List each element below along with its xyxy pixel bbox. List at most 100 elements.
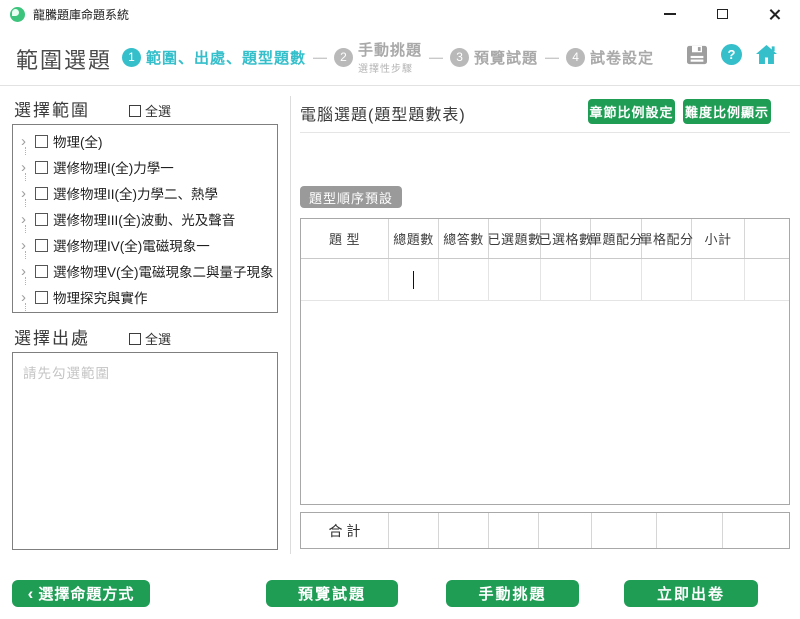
cell-extra[interactable] (745, 259, 789, 300)
range-item-label[interactable]: 選修物理III(全)波動、光及聲音 (53, 209, 235, 229)
step-1-range[interactable]: 1 範圍、出處、題型題數 (122, 47, 306, 68)
type-order-default-button[interactable]: 題型順序預設 (300, 186, 402, 208)
step-2-sublabel: 選擇性步驟 (358, 60, 422, 75)
step-2-number: 2 (334, 48, 353, 67)
range-item-label[interactable]: 選修物理I(全)力學一 (53, 157, 174, 177)
cell-selected-questions[interactable] (489, 259, 541, 300)
range-item-label[interactable]: 選修物理II(全)力學二、熱學 (53, 183, 218, 203)
save-button[interactable] (686, 45, 708, 65)
range-item-checkbox[interactable] (35, 239, 48, 252)
close-icon (768, 8, 781, 21)
range-tree-item[interactable]: 物理(全) (13, 128, 277, 154)
page-title: 範圍選題 (16, 43, 112, 75)
total-cell (723, 513, 789, 548)
total-cell (539, 513, 592, 548)
back-chevron-icon (28, 584, 35, 604)
maximize-icon (717, 9, 728, 19)
range-tree-item[interactable]: 物理探究與實作 (13, 284, 277, 310)
step-4-label: 試卷設定 (590, 47, 654, 68)
range-item-label[interactable]: 選修物理V(全)電磁現象二與量子現象 (53, 261, 274, 281)
window-controls (644, 0, 800, 28)
step-3-number: 3 (450, 48, 469, 67)
source-select-all-checkbox[interactable] (129, 333, 141, 345)
cell-points-per-question[interactable] (591, 259, 642, 300)
step-separator: — (313, 49, 327, 65)
text-cursor (413, 271, 415, 289)
expand-chevron-icon[interactable] (21, 160, 35, 175)
minimize-button[interactable] (644, 0, 696, 28)
expand-chevron-icon[interactable] (21, 212, 35, 227)
cell-total-questions[interactable] (389, 259, 439, 300)
step-2-label: 手動挑題 (358, 39, 422, 60)
question-type-table: 題 型總題數總答數已選題數已選格數單題配分單格配分小計 (300, 218, 790, 505)
range-item-checkbox[interactable] (35, 161, 48, 174)
total-cell (657, 513, 723, 548)
range-tree-item[interactable]: 選修物理IV(全)電磁現象一 (13, 232, 277, 258)
range-item-label[interactable]: 物理(全) (53, 131, 103, 151)
table-header-cell: 已選格數 (541, 219, 591, 258)
table-header-cell: 已選題數 (489, 219, 541, 258)
range-tree-item[interactable]: 選修物理II(全)力學二、熱學 (13, 180, 277, 206)
step-3-preview[interactable]: 3 預覽試題 (450, 47, 538, 68)
step-1-label: 範圍、出處、題型題數 (146, 47, 306, 68)
close-button[interactable] (748, 0, 800, 28)
table-header-row: 題 型總題數總答數已選題數已選格數單題配分單格配分小計 (301, 219, 789, 259)
range-item-label[interactable]: 選修物理IV(全)電磁現象一 (53, 235, 210, 255)
expand-chevron-icon[interactable] (21, 186, 35, 201)
home-icon (755, 44, 778, 65)
source-select-all[interactable]: 全選 (129, 329, 171, 348)
expand-chevron-icon[interactable] (21, 238, 35, 253)
range-tree-item[interactable]: 選修物理III(全)波動、光及聲音 (13, 206, 277, 232)
generate-paper-button[interactable]: 立即出卷 (624, 580, 758, 607)
cell-subtotal[interactable] (692, 259, 745, 300)
range-item-checkbox[interactable] (35, 187, 48, 200)
expand-chevron-icon[interactable] (21, 134, 35, 149)
total-cell (389, 513, 439, 548)
back-to-method-button[interactable]: 選擇命題方式 (12, 580, 150, 607)
step-4-number: 4 (566, 48, 585, 67)
app-logo-icon (10, 7, 25, 22)
range-select-all-checkbox[interactable] (129, 105, 141, 117)
chapter-ratio-button[interactable]: 章節比例設定 (588, 99, 675, 124)
tree-connector (25, 303, 26, 311)
home-button[interactable] (755, 44, 778, 65)
table-header-cell: 總答數 (439, 219, 489, 258)
cell-question-type[interactable] (301, 259, 389, 300)
table-header-cell: 單題配分 (591, 219, 642, 258)
range-item-checkbox[interactable] (35, 291, 48, 304)
range-item-checkbox[interactable] (35, 213, 48, 226)
save-icon (686, 45, 708, 65)
table-header-cell: 題 型 (301, 219, 389, 258)
table-header-cell (745, 219, 789, 258)
range-item-label[interactable]: 物理探究與實作 (53, 287, 148, 307)
cell-selected-blanks[interactable] (541, 259, 591, 300)
range-item-checkbox[interactable] (35, 135, 48, 148)
wizard-steps: 1 範圍、出處、題型題數 — 2 手動挑題 選擇性步驟 — 3 預覽試題 — 4… (122, 28, 654, 86)
table-header-cell: 單格配分 (642, 219, 692, 258)
source-placeholder-text: 請先勾選範圍 (23, 362, 267, 382)
cell-total-answers[interactable] (439, 259, 489, 300)
step-separator: — (429, 49, 443, 65)
step-1-number: 1 (122, 48, 141, 67)
difficulty-ratio-button[interactable]: 難度比例顯示 (683, 99, 771, 124)
preview-questions-button[interactable]: 預覽試題 (266, 580, 398, 607)
window-title: 龍騰題庫命題系統 (33, 6, 129, 23)
expand-chevron-icon[interactable] (21, 264, 35, 279)
total-cell (592, 513, 657, 548)
cell-points-per-blank[interactable] (642, 259, 692, 300)
manual-pick-button[interactable]: 手動挑題 (446, 580, 579, 607)
range-select-all[interactable]: 全選 (129, 101, 171, 120)
range-item-checkbox[interactable] (35, 265, 48, 278)
source-section-title: 選擇出處 (14, 324, 90, 349)
step-4-paper-settings[interactable]: 4 試卷設定 (566, 47, 654, 68)
range-tree-item[interactable]: 選修物理I(全)力學一 (13, 154, 277, 180)
help-button[interactable] (721, 44, 742, 65)
range-tree-item[interactable]: 選修物理V(全)電磁現象二與量子現象 (13, 258, 277, 284)
table-total-row: 合 計 (300, 512, 790, 549)
table-header-cell: 小計 (692, 219, 745, 258)
maximize-button[interactable] (696, 0, 748, 28)
expand-chevron-icon[interactable] (21, 290, 35, 305)
step-3-label: 預覽試題 (474, 47, 538, 68)
step-2-manual-pick[interactable]: 2 手動挑題 選擇性步驟 (334, 39, 422, 75)
panel-divider (290, 96, 291, 554)
